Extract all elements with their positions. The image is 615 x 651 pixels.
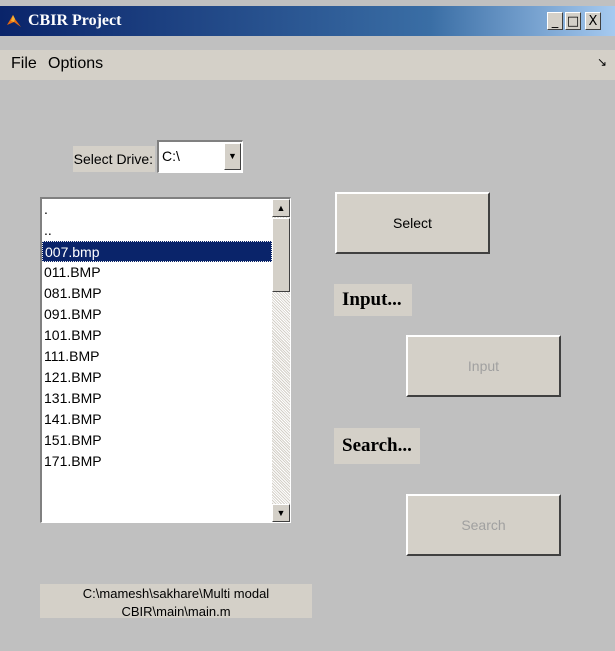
menu-options[interactable]: Options (48, 55, 103, 73)
search-button[interactable]: Search (406, 494, 561, 556)
list-item-selected[interactable]: 007.bmp (42, 241, 272, 262)
minimize-button[interactable]: _ (547, 12, 563, 30)
file-list-items: ... 007.bmp 011.BMP 081.BMP 091.BMP 101.BMP 11… (42, 199, 272, 472)
list-item[interactable]: 171.BMP (42, 451, 272, 472)
list-item[interactable]: .. (42, 220, 272, 241)
path-text: C:\mamesh\sakhare\Multi modal CBIR\main\… (40, 584, 312, 618)
file-listbox[interactable]: ... 007.bmp 011.BMP 081.BMP 091.BMP 101.BMP 11… (40, 197, 291, 523)
path-line-2: CBIR\main\main.m (121, 604, 231, 618)
title-bar[interactable]: CBIR Project _ □ X (0, 6, 615, 36)
input-section-label: Input... (334, 284, 412, 316)
path-line-1: C:\mamesh\sakhare\Multi modal (82, 586, 270, 601)
list-item[interactable]: 011.BMP (42, 262, 272, 283)
list-item[interactable]: 131.BMP (42, 388, 272, 409)
input-button[interactable]: Input (406, 335, 561, 397)
list-item[interactable]: 121.BMP (42, 367, 272, 388)
scroll-down-icon[interactable]: ▼ (272, 504, 290, 522)
search-section-label: Search... (334, 428, 420, 464)
maximize-button[interactable]: □ (565, 12, 581, 30)
close-button[interactable]: X (585, 12, 601, 30)
scroll-up-icon[interactable]: ▲ (272, 199, 290, 217)
menu-bar: File Options ↘ (0, 50, 615, 80)
drive-dropdown[interactable]: C:\ ▼ (157, 140, 243, 173)
drive-dropdown-value: C:\ (162, 148, 180, 164)
select-drive-label: Select Drive: (73, 146, 155, 172)
dock-arrow-icon[interactable]: ↘ (597, 55, 607, 69)
list-item[interactable]: 081.BMP (42, 283, 272, 304)
list-item[interactable]: 091.BMP (42, 304, 272, 325)
list-item[interactable]: 101.BMP (42, 325, 272, 346)
matlab-logo-icon (7, 15, 21, 27)
list-item[interactable]: 151.BMP (42, 430, 272, 451)
list-item[interactable]: 111.BMP (42, 346, 272, 367)
scroll-thumb[interactable] (272, 218, 290, 292)
menu-file[interactable]: File (11, 55, 37, 73)
list-item[interactable]: . (42, 199, 272, 220)
window-title: CBIR Project (28, 12, 122, 29)
select-button[interactable]: Select (335, 192, 490, 254)
list-item[interactable]: 141.BMP (42, 409, 272, 430)
list-scrollbar[interactable]: ▲ ▼ (272, 199, 290, 522)
cbir-window: CBIR Project _ □ X File Options ↘ Select… (0, 0, 615, 651)
dropdown-arrow-icon[interactable]: ▼ (224, 143, 241, 170)
